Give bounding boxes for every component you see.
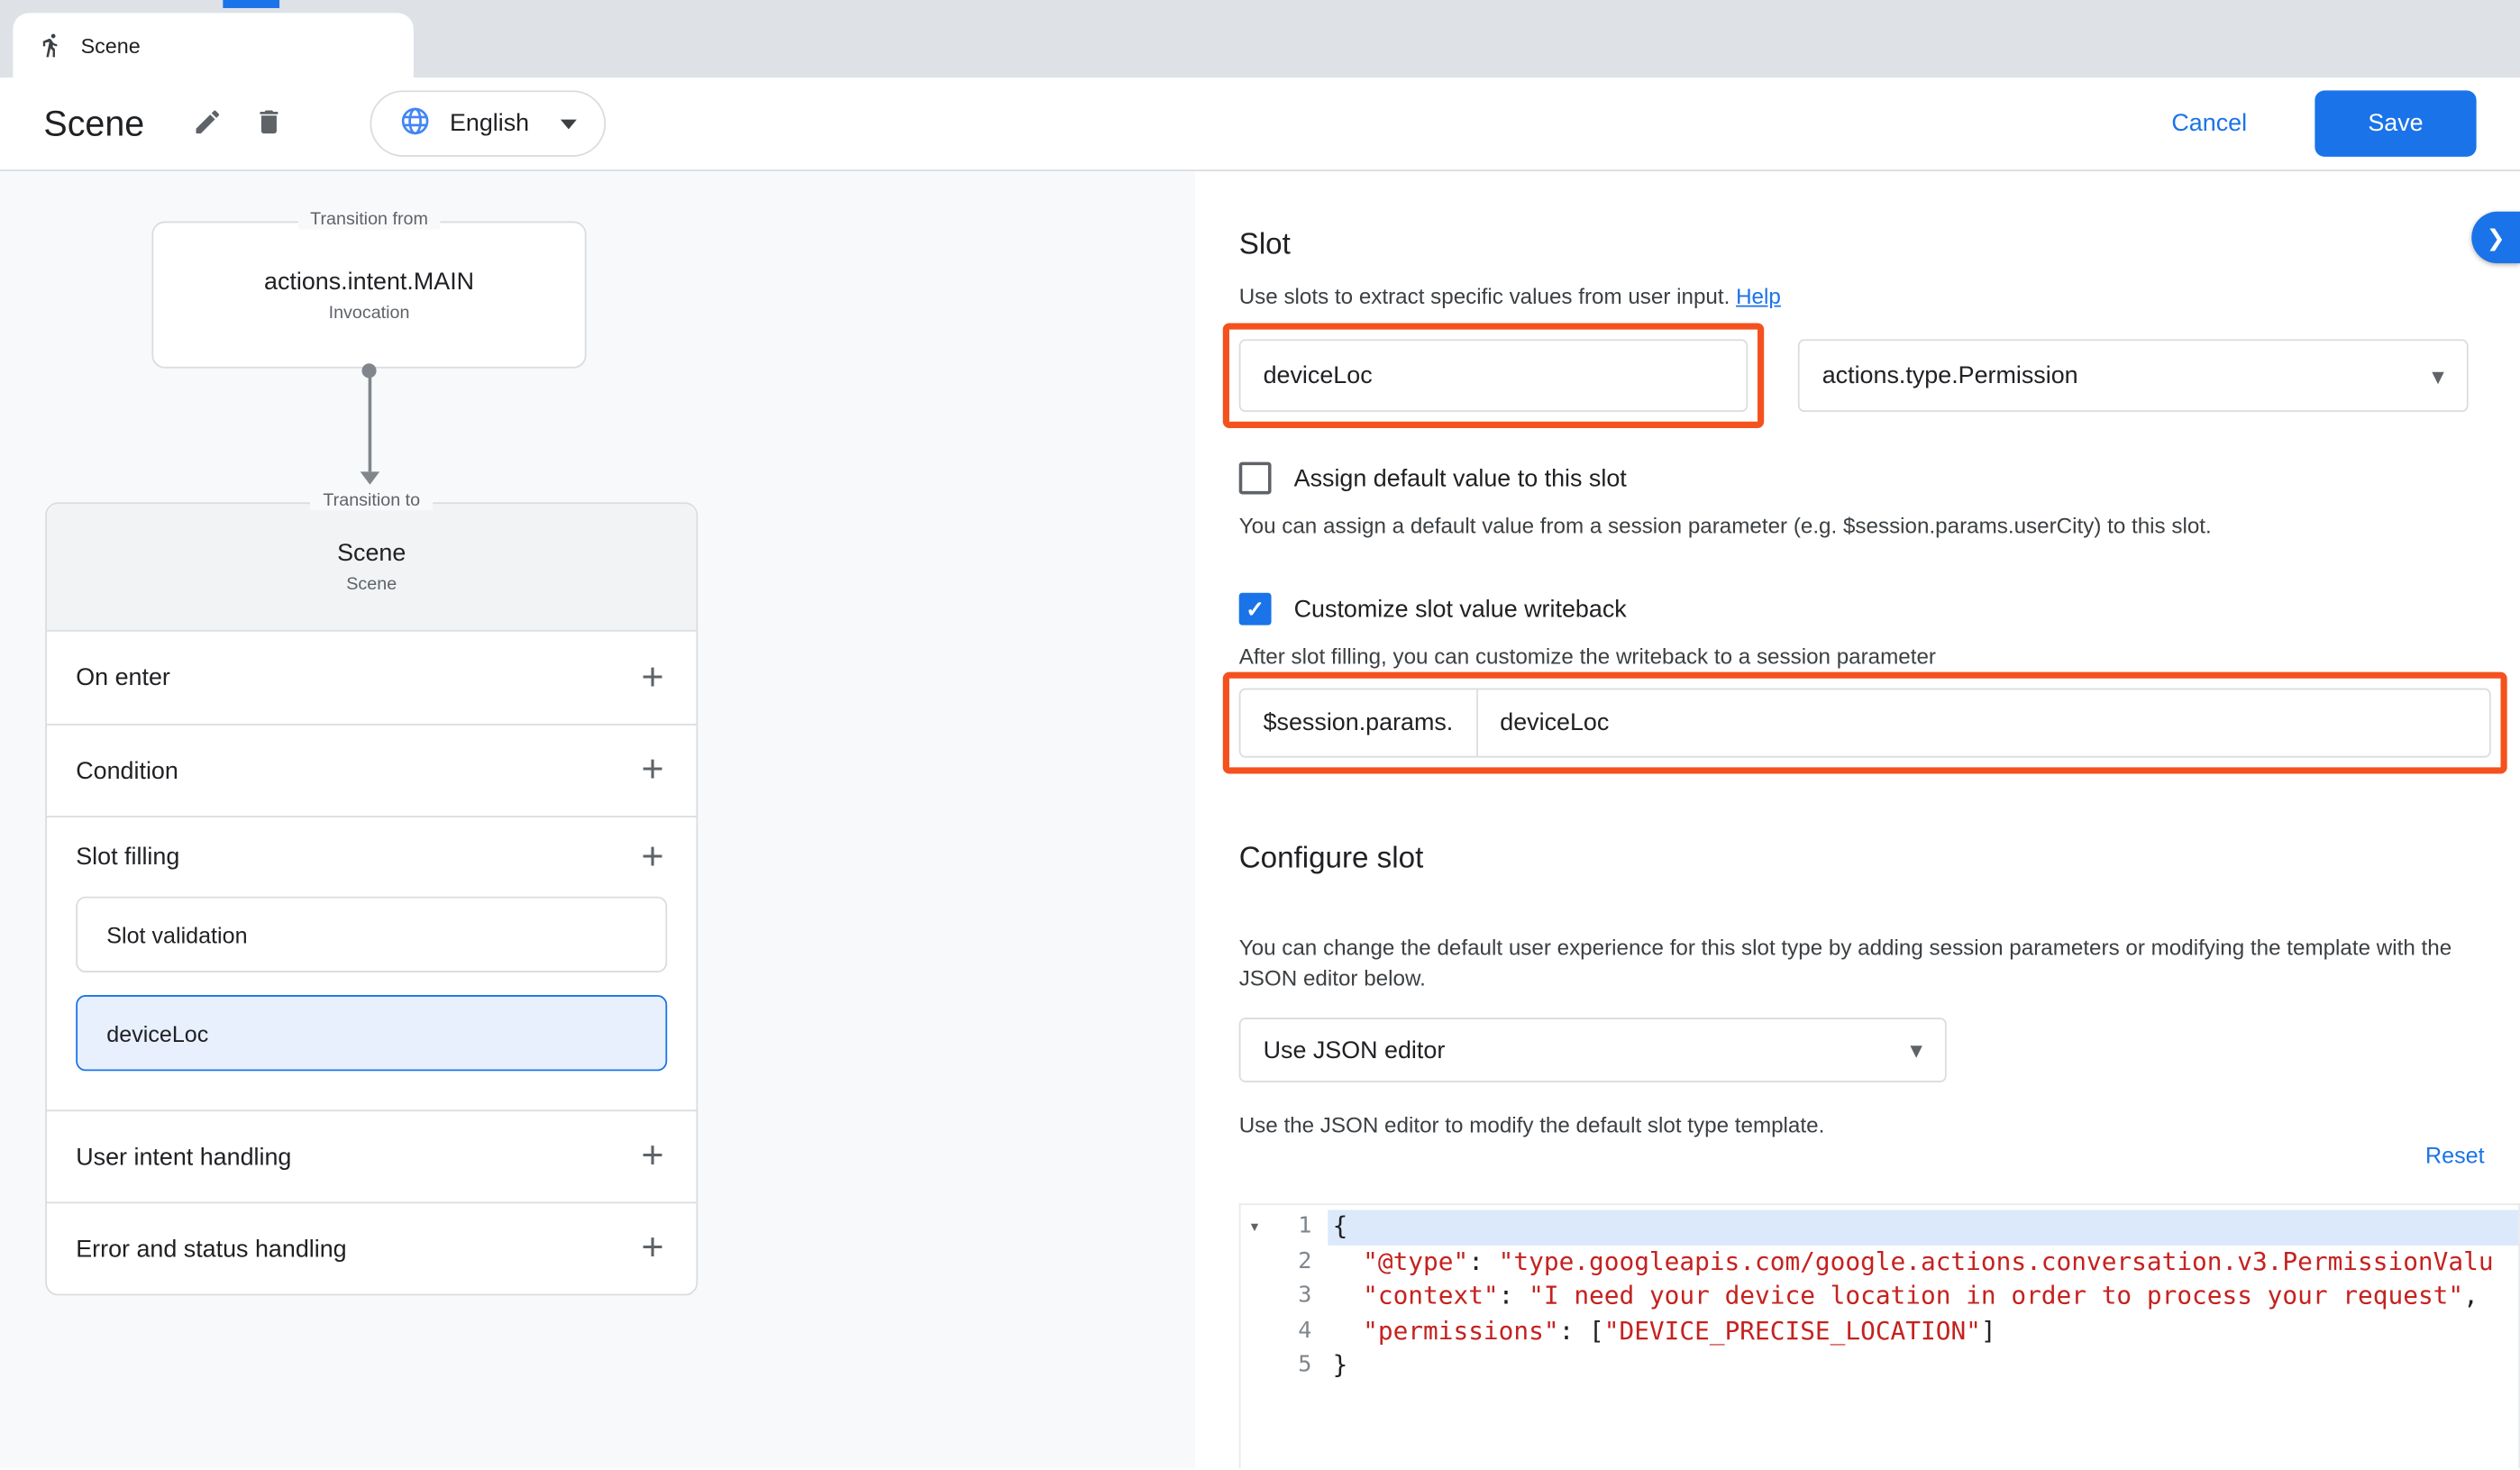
code-line[interactable]: 3 "context": "I need your device locatio… bbox=[1240, 1280, 2518, 1315]
slot-description: Use slots to extract specific values fro… bbox=[1239, 284, 2520, 308]
slot-filling-row[interactable]: Slot filling + bbox=[47, 816, 697, 897]
scene-diagram: Transition from actions.intent.MAIN Invo… bbox=[0, 171, 1195, 1468]
configure-slot-title: Configure slot bbox=[1239, 840, 2520, 875]
on-enter-row[interactable]: On enter + bbox=[47, 632, 697, 724]
code-line[interactable]: 5} bbox=[1240, 1349, 2518, 1384]
transition-from-node[interactable]: Transition from actions.intent.MAIN Invo… bbox=[151, 222, 586, 369]
language-selector[interactable]: English bbox=[370, 90, 605, 156]
line-number: 3 bbox=[1240, 1280, 1328, 1315]
configure-description: You can change the default user experien… bbox=[1239, 932, 2462, 993]
default-help-text: You can assign a default value from a se… bbox=[1239, 514, 2520, 538]
page-title: Scene bbox=[43, 103, 144, 145]
writeback-help-text: After slot filling, you can customize th… bbox=[1239, 644, 2520, 669]
intent-name: actions.intent.MAIN bbox=[264, 268, 474, 295]
assign-default-checkbox[interactable] bbox=[1239, 462, 1272, 495]
dropdown-caret-icon: ▾ bbox=[2432, 361, 2443, 390]
add-user-intent-icon[interactable]: + bbox=[642, 1137, 664, 1176]
json-editor[interactable]: ▾1{2 "@type": "type.googleapis.com/googl… bbox=[1239, 1203, 2520, 1468]
connector-arrowhead-icon bbox=[361, 471, 380, 484]
add-on-enter-icon[interactable]: + bbox=[642, 658, 664, 697]
slot-deviceloc-item[interactable]: deviceLoc bbox=[76, 995, 667, 1071]
code-line[interactable]: 4 "permissions": ["DEVICE_PRECISE_LOCATI… bbox=[1240, 1314, 2518, 1349]
line-number: 2 bbox=[1240, 1245, 1328, 1280]
json-editor-lines: ▾1{2 "@type": "type.googleapis.com/googl… bbox=[1240, 1210, 2518, 1383]
cancel-button[interactable]: Cancel bbox=[2162, 108, 2257, 139]
save-button[interactable]: Save bbox=[2315, 90, 2476, 156]
session-params-prefix: $session.params. bbox=[1240, 689, 1477, 755]
slot-list: Slot validation deviceLoc bbox=[47, 897, 697, 1110]
user-intent-handling-row[interactable]: User intent handling + bbox=[47, 1109, 697, 1201]
line-number: 4 bbox=[1240, 1314, 1328, 1349]
scene-browser-tab[interactable]: Scene bbox=[13, 13, 413, 78]
check-icon: ✓ bbox=[1246, 595, 1265, 622]
line-number: ▾1 bbox=[1240, 1210, 1328, 1245]
code-line[interactable]: 2 "@type": "type.googleapis.com/google.a… bbox=[1240, 1245, 2518, 1280]
browser-tab-strip: Scene bbox=[0, 0, 2520, 78]
slot-type-select[interactable]: actions.type.Permission ▾ bbox=[1798, 339, 2469, 412]
language-label: English bbox=[450, 110, 529, 137]
slot-section-title: Slot bbox=[1239, 226, 2520, 261]
scene-node-header[interactable]: Transition to Scene Scene bbox=[47, 504, 697, 632]
slot-name-input[interactable] bbox=[1239, 339, 1748, 412]
fold-caret-icon[interactable]: ▾ bbox=[1248, 1210, 1260, 1245]
transition-to-caption: Transition to bbox=[310, 491, 433, 511]
scene-node-title: Scene bbox=[337, 540, 406, 567]
tab-strip-accent bbox=[223, 0, 279, 8]
connector-line bbox=[369, 375, 372, 472]
pencil-icon bbox=[192, 105, 223, 141]
json-editor-helper: Use the JSON editor to modify the defaul… bbox=[1239, 1113, 2520, 1137]
collapse-panel-button[interactable]: ❯ bbox=[2471, 212, 2520, 263]
add-error-handling-icon[interactable]: + bbox=[642, 1229, 664, 1268]
trash-icon bbox=[253, 105, 284, 141]
writeback-field: $session.params. bbox=[1239, 689, 2491, 758]
delete-scene-button[interactable] bbox=[238, 93, 299, 154]
app-window: Scene Scene English Cancel Save bbox=[0, 0, 2520, 1470]
tab-title: Scene bbox=[81, 33, 141, 58]
editor-mode-select[interactable]: Use JSON editor ▾ bbox=[1239, 1018, 1947, 1082]
writeback-highlight: $session.params. bbox=[1223, 672, 2507, 774]
add-slot-icon[interactable]: + bbox=[642, 837, 664, 876]
help-link[interactable]: Help bbox=[1736, 284, 1781, 308]
writeback-value-input[interactable] bbox=[1477, 689, 2489, 755]
condition-row[interactable]: Condition + bbox=[47, 724, 697, 816]
error-status-handling-row[interactable]: Error and status handling + bbox=[47, 1201, 697, 1293]
transition-from-caption: Transition from bbox=[297, 210, 441, 230]
dropdown-caret-icon: ▾ bbox=[1910, 1036, 1922, 1064]
chevron-right-icon: ❯ bbox=[2487, 224, 2506, 251]
line-number: 5 bbox=[1240, 1349, 1328, 1384]
writeback-checkbox[interactable]: ✓ bbox=[1239, 593, 1272, 625]
scene-node-card: Transition to Scene Scene On enter + Con… bbox=[45, 502, 698, 1295]
scene-node-subtitle: Scene bbox=[346, 575, 397, 595]
app-header: Scene English Cancel Save bbox=[0, 78, 2520, 169]
intent-subtitle: Invocation bbox=[329, 303, 410, 323]
globe-icon bbox=[399, 105, 432, 143]
slot-name-highlight bbox=[1223, 323, 1764, 427]
edit-scene-button[interactable] bbox=[177, 93, 238, 154]
slot-editor-panel: ❯ Slot Use slots to extract specific val… bbox=[1195, 171, 2520, 1468]
code-line[interactable]: ▾1{ bbox=[1240, 1210, 2518, 1245]
walking-person-icon bbox=[39, 32, 65, 59]
add-condition-icon[interactable]: + bbox=[642, 751, 664, 790]
reset-link[interactable]: Reset bbox=[2425, 1142, 2485, 1168]
slot-validation-item[interactable]: Slot validation bbox=[76, 897, 667, 972]
dropdown-caret-icon bbox=[560, 119, 576, 129]
